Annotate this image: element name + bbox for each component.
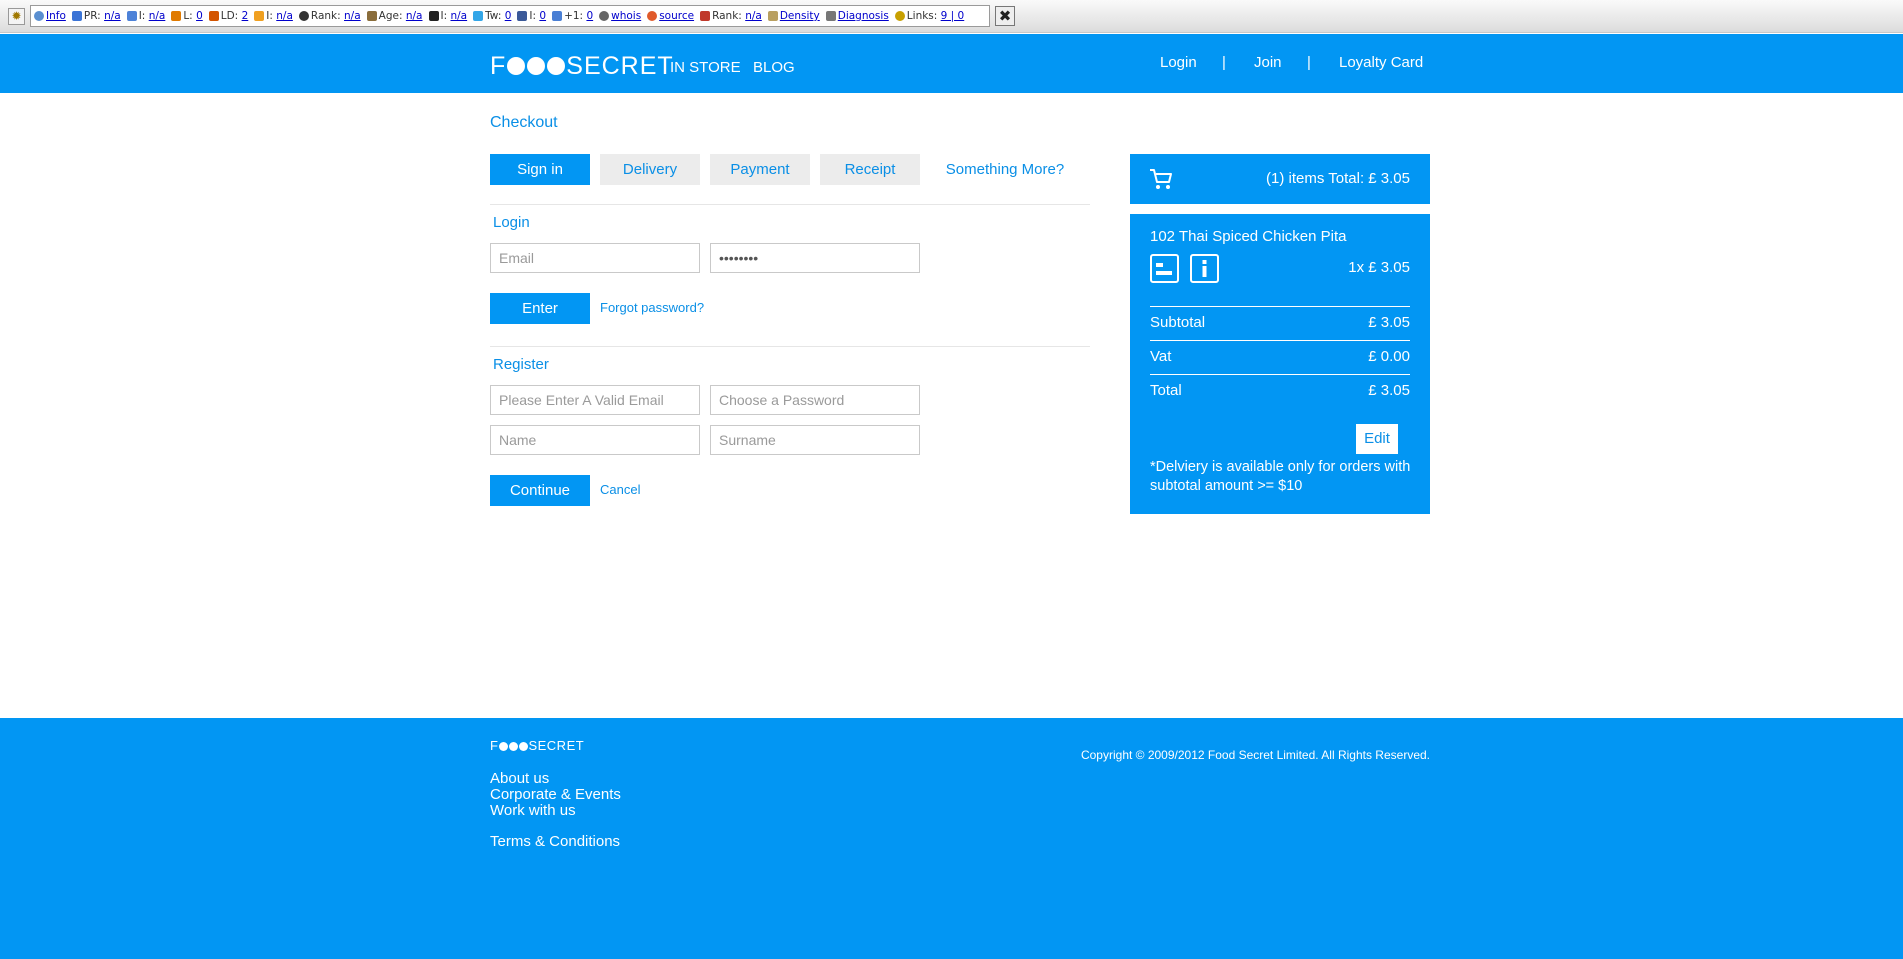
info-glyph-icon	[1202, 260, 1207, 277]
footer-link-corporate-events[interactable]: Corporate & Events	[490, 786, 621, 803]
close-icon[interactable]: ✖	[995, 6, 1015, 26]
logo-dot-icon	[498, 742, 508, 751]
register-password-input[interactable]	[710, 385, 920, 415]
seo-item-links[interactable]: L: 0	[171, 10, 203, 22]
seo-item-alexa-rank[interactable]: Rank: n/a	[298, 10, 361, 22]
logo-dot-icon	[547, 57, 566, 75]
nav-loyalty-card[interactable]: Loyalty Card	[1339, 54, 1423, 71]
logo-dot-icon	[508, 742, 518, 751]
edit-cart-button[interactable]: Edit	[1356, 424, 1398, 454]
logo-dot-icon	[518, 742, 528, 751]
step-payment[interactable]: Payment	[710, 154, 810, 185]
seo-item-pagerank[interactable]: PR: n/a	[71, 10, 121, 22]
logo-dot-icon	[507, 57, 526, 75]
cart-panel: 102 Thai Spiced Chicken Pita 1x £ 3.05 S…	[1130, 214, 1430, 514]
seo-toolbar-strip: Info PR: n/a I: n/a L: 0 LD: 2 I: n/a Ra…	[30, 5, 990, 27]
seo-item-google-index[interactable]: I: n/a	[126, 10, 165, 22]
cart-item-name: 102 Thai Spiced Chicken Pita	[1150, 228, 1347, 245]
nav-login[interactable]: Login	[1160, 54, 1197, 71]
item-details-icon[interactable]	[1150, 254, 1179, 283]
total-row: Total £ 3.05	[1150, 382, 1410, 399]
page-title: Checkout	[490, 114, 558, 131]
list-lines-icon	[1156, 263, 1172, 275]
seo-item-facebook[interactable]: I: 0	[517, 10, 546, 22]
seo-item-diagnosis[interactable]: Diagnosis	[825, 10, 889, 22]
nav-separator: |	[1307, 54, 1311, 71]
subtotal-label: Subtotal	[1150, 314, 1206, 331]
footer-link-work-with-us[interactable]: Work with us	[490, 802, 576, 819]
step-receipt[interactable]: Receipt	[820, 154, 920, 185]
footer-logo-text-start: F	[490, 738, 499, 753]
shopping-cart-icon	[1150, 169, 1172, 189]
total-label: Total	[1150, 382, 1182, 399]
cart-summary-text: (1) items Total: £ 3.05	[1266, 170, 1410, 187]
vat-value: £ 0.00	[1368, 348, 1410, 365]
vat-row: Vat £ 0.00	[1150, 348, 1410, 365]
footer-link-about-us[interactable]: About us	[490, 770, 549, 787]
seo-item-rank2[interactable]: Rank: n/a	[700, 10, 762, 22]
nav-in-store[interactable]: IN STORE	[670, 59, 741, 76]
divider	[1150, 374, 1410, 375]
subtotal-row: Subtotal £ 3.05	[1150, 314, 1410, 331]
seo-item-density[interactable]: Density	[767, 10, 820, 22]
something-more-link[interactable]: Something More?	[940, 154, 1070, 185]
login-email-input[interactable]	[490, 243, 700, 273]
seo-item-whois[interactable]: whois	[599, 10, 641, 22]
nav-join[interactable]: Join	[1254, 54, 1282, 71]
seo-item-source[interactable]: source	[647, 10, 694, 22]
seo-item-plusone[interactable]: +1: 0	[552, 10, 593, 22]
cart-summary-bar[interactable]: (1) items Total: £ 3.05	[1130, 154, 1430, 204]
footer-logo-text-end: SECRET	[528, 738, 585, 753]
divider	[490, 204, 1090, 205]
forgot-password-link[interactable]: Forgot password?	[600, 300, 704, 315]
vat-label: Vat	[1150, 348, 1172, 365]
delivery-note: *Delviery is available only for orders w…	[1150, 459, 1411, 494]
register-name-input[interactable]	[490, 425, 700, 455]
seo-item-twitter[interactable]: Tw: 0	[473, 10, 511, 22]
seo-item-age[interactable]: Age: n/a	[366, 10, 423, 22]
site-logo[interactable]: F SECRET	[490, 52, 674, 81]
seo-item-links-count[interactable]: Links: 9 | 0	[894, 10, 964, 22]
seo-toolbar: ✹ Info PR: n/a I: n/a L: 0 LD: 2 I: n/a …	[0, 0, 1903, 33]
divider	[490, 346, 1090, 347]
cancel-link[interactable]: Cancel	[600, 482, 640, 497]
seo-item-linkdomains[interactable]: LD: 2	[208, 10, 248, 22]
total-value: £ 3.05	[1368, 382, 1410, 399]
logo-text-start: F	[490, 52, 507, 80]
register-heading: Register	[493, 356, 549, 373]
cart-item-qty-price: 1x £ 3.05	[1348, 259, 1410, 276]
site-footer: F SECRET About us Corporate & Events Work…	[0, 718, 1903, 959]
item-info-icon[interactable]	[1190, 254, 1219, 283]
subtotal-value: £ 3.05	[1368, 314, 1410, 331]
nav-blog[interactable]: BLOG	[753, 59, 795, 76]
enter-button[interactable]: Enter	[490, 293, 590, 324]
step-sign-in[interactable]: Sign in	[490, 154, 590, 185]
seo-settings-icon[interactable]: ✹	[8, 8, 25, 25]
logo-text-end: SECRET	[566, 52, 674, 80]
seo-item-bing-index[interactable]: I: n/a	[254, 10, 293, 22]
register-surname-input[interactable]	[710, 425, 920, 455]
site-header: F SECRET IN STORE BLOG Login | Join | Loy…	[0, 34, 1903, 93]
logo-dot-icon	[527, 57, 546, 75]
divider	[1150, 340, 1410, 341]
divider	[1150, 306, 1410, 307]
login-heading: Login	[493, 214, 530, 231]
seo-item-info[interactable]: Info	[34, 10, 66, 22]
continue-button[interactable]: Continue	[490, 475, 590, 506]
footer-logo[interactable]: F SECRET	[490, 738, 584, 753]
copyright-text: Copyright © 2009/2012 Food Secret Limite…	[1080, 748, 1430, 762]
login-password-input[interactable]	[710, 243, 920, 273]
footer-link-terms[interactable]: Terms & Conditions	[490, 833, 620, 850]
step-delivery[interactable]: Delivery	[600, 154, 700, 185]
register-email-input[interactable]	[490, 385, 700, 415]
seo-item-delicious[interactable]: I: n/a	[428, 10, 467, 22]
nav-separator: |	[1222, 54, 1226, 71]
